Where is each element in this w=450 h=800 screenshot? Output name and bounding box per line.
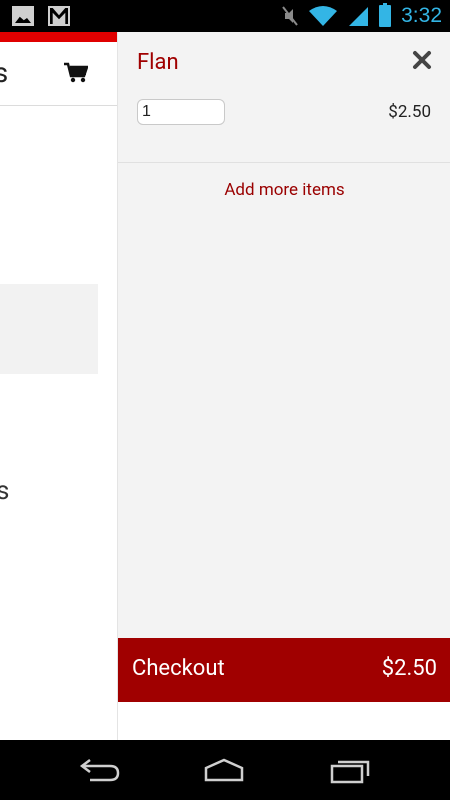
home-icon[interactable]: [202, 756, 246, 784]
background-page[interactable]: 's s: [0, 32, 117, 740]
mute-icon: [282, 6, 298, 26]
add-more-items-link[interactable]: Add more items: [118, 180, 450, 200]
divider: [118, 162, 450, 163]
shopping-cart-icon[interactable]: [64, 62, 88, 84]
status-bar: 3:32: [0, 0, 450, 32]
image-icon: [12, 6, 34, 26]
back-icon[interactable]: [78, 756, 122, 784]
gmail-icon: [48, 6, 70, 26]
checkout-total: $2.50: [381, 656, 437, 681]
background-text-fragment: s: [0, 476, 10, 506]
background-title-fragment: 's: [0, 56, 9, 89]
recent-apps-icon[interactable]: [328, 756, 372, 784]
remove-item-icon[interactable]: [412, 50, 432, 70]
background-panel: [0, 284, 98, 374]
signal-icon: [349, 7, 369, 26]
navigation-bar: [0, 740, 450, 800]
background-header-bar: [0, 32, 117, 42]
checkout-button[interactable]: Checkout $2.50: [118, 638, 450, 702]
battery-icon: [379, 3, 392, 27]
quantity-input[interactable]: [137, 99, 225, 125]
cart-drawer: Flan $2.50 Add more items Checkout $2.50: [117, 32, 450, 740]
wifi-icon: [309, 6, 338, 26]
cart-item-price: $2.50: [388, 102, 431, 122]
drawer-footer: [118, 702, 450, 740]
checkout-label: Checkout: [132, 656, 225, 681]
background-header: 's: [0, 42, 117, 106]
cart-item-name: Flan: [137, 50, 179, 75]
status-clock: 3:32: [401, 4, 442, 27]
